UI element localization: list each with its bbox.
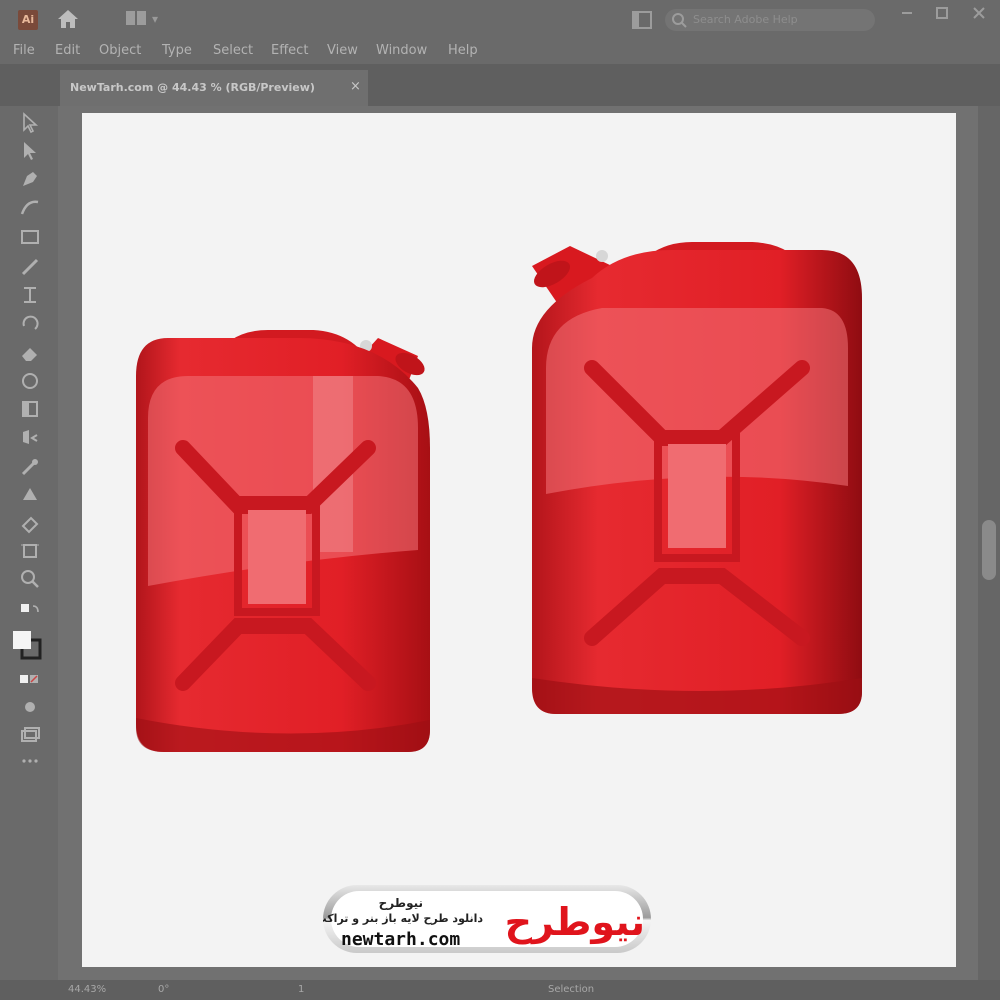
home-icon[interactable] [55, 6, 81, 32]
artboard-number[interactable]: 1 [298, 984, 304, 995]
minimize-icon[interactable] [900, 6, 914, 20]
eyedropper-icon[interactable] [19, 456, 41, 478]
arrange-documents-icon[interactable] [632, 11, 652, 29]
swap-colors-icon[interactable] [19, 602, 41, 624]
paintbrush-icon[interactable] [19, 256, 41, 278]
chevron-down-icon[interactable]: ▾ [152, 12, 158, 26]
menu-select[interactable]: Select [213, 43, 253, 58]
column-graph-icon[interactable] [19, 512, 41, 534]
status-bar: 44.43% 0° 1 Selection [0, 980, 1000, 1000]
menu-view[interactable]: View [327, 43, 358, 58]
draw-mode-icon[interactable] [19, 696, 41, 718]
watermark-title: نیوطرح [379, 896, 423, 911]
close-window-icon[interactable] [972, 6, 986, 20]
maximize-icon[interactable] [935, 6, 949, 20]
pen-icon[interactable] [19, 168, 41, 190]
watermark-logo: نیوطرح [505, 900, 645, 944]
symbol-sprayer-icon[interactable] [19, 484, 41, 506]
color-mode-icon[interactable] [19, 668, 41, 690]
watermark-subtitle: دانلود طرح لایه باز بنر و تراکت [323, 912, 483, 925]
fill-stroke-icon[interactable] [12, 630, 42, 660]
menu-type[interactable]: Type [162, 43, 192, 58]
artboard-icon[interactable] [19, 540, 41, 562]
screen-mode-icon[interactable] [19, 724, 41, 746]
free-transform-icon[interactable] [19, 398, 41, 420]
rotate-icon[interactable] [19, 312, 41, 334]
document-tab-title: NewTarh.com @ 44.43 % (RGB/Preview) [70, 81, 315, 94]
illustrator-app-icon: Ai [18, 10, 38, 30]
search-placeholder: Search Adobe Help [693, 13, 798, 26]
document-tab[interactable]: NewTarh.com @ 44.43 % (RGB/Preview) × [60, 70, 368, 106]
jerry-can-small[interactable] [128, 328, 438, 760]
jerry-can-large[interactable] [522, 238, 866, 718]
help-search-input[interactable]: Search Adobe Help [665, 9, 875, 31]
tools-panel [0, 106, 58, 986]
menu-object[interactable]: Object [99, 43, 141, 58]
document-tab-bar: NewTarh.com @ 44.43 % (RGB/Preview) × [0, 64, 1000, 106]
scrollbar-thumb[interactable] [982, 520, 996, 580]
shaper-icon[interactable] [19, 284, 41, 306]
menu-window[interactable]: Window [376, 43, 427, 58]
warp-icon[interactable] [19, 370, 41, 392]
menu-help[interactable]: Help [448, 43, 478, 58]
more-tools-icon[interactable] [19, 750, 41, 772]
eraser-icon[interactable] [19, 342, 41, 364]
menu-effect[interactable]: Effect [271, 43, 308, 58]
curvature-icon[interactable] [19, 196, 41, 218]
status-tool-label: Selection [548, 984, 595, 995]
zoom-icon[interactable] [19, 568, 41, 590]
menu-file[interactable]: File [13, 43, 35, 58]
selection-icon[interactable] [19, 112, 41, 134]
search-icon [672, 13, 687, 28]
menu-edit[interactable]: Edit [55, 43, 80, 58]
workspace-icon[interactable] [125, 10, 147, 26]
watermark-url: newtarh.com [341, 929, 460, 950]
title-bar: Ai ▾ Search Adobe Help [0, 0, 1000, 40]
rotation-value[interactable]: 0° [158, 984, 169, 995]
close-tab-icon[interactable]: × [350, 79, 361, 94]
rectangle-icon[interactable] [19, 226, 41, 248]
newtarh-watermark-badge: نیوطرح نیوطرح دانلود طرح لایه باز بنر و … [323, 885, 651, 953]
shape-builder-icon[interactable] [19, 426, 41, 448]
watermark-text-layer: نیوطرح نیوطرح دانلود طرح لایه باز بنر و … [323, 896, 645, 950]
zoom-level[interactable]: 44.43% [68, 984, 106, 995]
menu-bar: File Edit Object Type Select Effect View… [0, 40, 1000, 64]
direct-selection-icon[interactable] [19, 140, 41, 162]
